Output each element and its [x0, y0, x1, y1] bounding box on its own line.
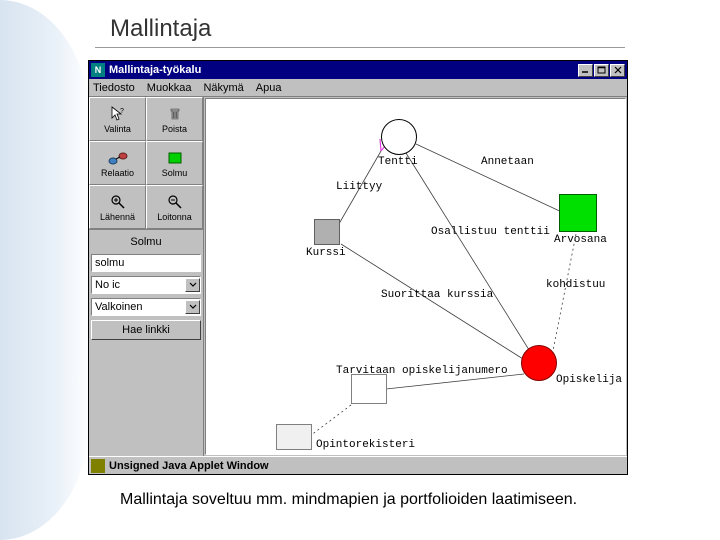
label-opiskelija: Opiskelija	[556, 374, 622, 386]
select-value: Valkoinen	[92, 301, 185, 313]
node-arvosana[interactable]	[559, 194, 597, 232]
cursor-icon: ?	[108, 105, 128, 123]
titlebar: N Mallintaja-työkalu	[89, 61, 627, 79]
tool-poista[interactable]: Poista	[146, 97, 203, 141]
close-button[interactable]	[610, 64, 625, 77]
node-tentti[interactable]	[381, 119, 417, 155]
label-annetaan: Annetaan	[481, 156, 534, 168]
chevron-down-icon	[185, 278, 200, 292]
menu-tiedosto[interactable]: Tiedosto	[93, 82, 135, 94]
label-arvosana: Arvosana	[554, 234, 607, 246]
slide-underline	[95, 47, 625, 48]
properties-panel: Solmu No ic Valkoinen Hae linkki	[89, 230, 203, 344]
fetch-link-button[interactable]: Hae linkki	[91, 320, 201, 340]
label-tarvitaan: Tarvitaan opiskelijanumero	[336, 365, 508, 377]
slide-sidebar	[0, 0, 90, 540]
app-icon: N	[91, 63, 105, 77]
tool-valinta[interactable]: ? Valinta	[89, 97, 146, 141]
slide-caption: Mallintaja soveltuu mm. mindmapien ja po…	[120, 490, 640, 509]
minimize-button[interactable]	[578, 64, 593, 77]
node-icon	[165, 149, 185, 167]
tool-label: Valinta	[104, 124, 131, 134]
tool-loitonna[interactable]: Loitonna	[146, 185, 203, 229]
label-kurssi: Kurssi	[306, 247, 346, 259]
node-name-input[interactable]	[91, 254, 201, 272]
node-opintorekisteri[interactable]	[276, 424, 312, 450]
zoom-out-icon	[165, 193, 185, 211]
slide-title: Mallintaja	[110, 15, 211, 43]
select-value: No ic	[92, 279, 185, 291]
warning-icon	[91, 459, 105, 473]
tool-relaatio[interactable]: Relaatio	[89, 141, 146, 185]
zoom-in-icon	[108, 193, 128, 211]
canvas[interactable]: Tentti Annetaan Liittyy Arvosana Osallis…	[205, 98, 626, 455]
tool-panel: ? Valinta Poista Relaatio Solmu Lä	[89, 97, 204, 456]
tool-label: Poista	[162, 124, 187, 134]
node-tarvitaan[interactable]	[351, 374, 387, 404]
trash-icon	[165, 105, 185, 123]
tool-solmu[interactable]: Solmu	[146, 141, 203, 185]
svg-text:?: ?	[120, 108, 124, 115]
workspace: ? Valinta Poista Relaatio Solmu Lä	[89, 97, 627, 456]
label-suorittaa: Suorittaa kurssia	[381, 289, 493, 301]
menu-nakyma[interactable]: Näkymä	[203, 82, 243, 94]
statusbar: Unsigned Java Applet Window	[89, 456, 627, 474]
app-window: N Mallintaja-työkalu Tiedosto Muokkaa Nä…	[88, 60, 628, 475]
label-liittyy: Liittyy	[336, 181, 382, 193]
node-opiskelija[interactable]	[521, 345, 557, 381]
maximize-button[interactable]	[594, 64, 609, 77]
menu-apua[interactable]: Apua	[256, 82, 282, 94]
edges-layer	[206, 99, 626, 455]
chevron-down-icon	[185, 300, 200, 314]
tool-label: Relaatio	[101, 168, 134, 178]
tool-lahenna[interactable]: Lähennä	[89, 185, 146, 229]
label-osallistuu: Osallistuu tenttii	[431, 226, 550, 238]
status-text: Unsigned Java Applet Window	[109, 460, 269, 472]
icon-select[interactable]: No ic	[91, 276, 201, 294]
color-select[interactable]: Valkoinen	[91, 298, 201, 316]
tool-label: Solmu	[162, 168, 188, 178]
window-title: Mallintaja-työkalu	[109, 64, 578, 76]
menubar: Tiedosto Muokkaa Näkymä Apua	[89, 79, 627, 97]
tool-label: Lähennä	[100, 212, 135, 222]
menu-muokkaa[interactable]: Muokkaa	[147, 82, 192, 94]
relation-icon	[108, 149, 128, 167]
tool-grid: ? Valinta Poista Relaatio Solmu Lä	[89, 97, 203, 230]
node-kurssi[interactable]	[314, 219, 340, 245]
tool-label: Loitonna	[157, 212, 192, 222]
label-kohdistuu: kohdistuu	[546, 279, 605, 291]
section-title: Solmu	[91, 234, 201, 250]
label-opintorekisteri: Opintorekisteri	[316, 439, 415, 451]
label-tentti: Tentti	[378, 156, 418, 168]
